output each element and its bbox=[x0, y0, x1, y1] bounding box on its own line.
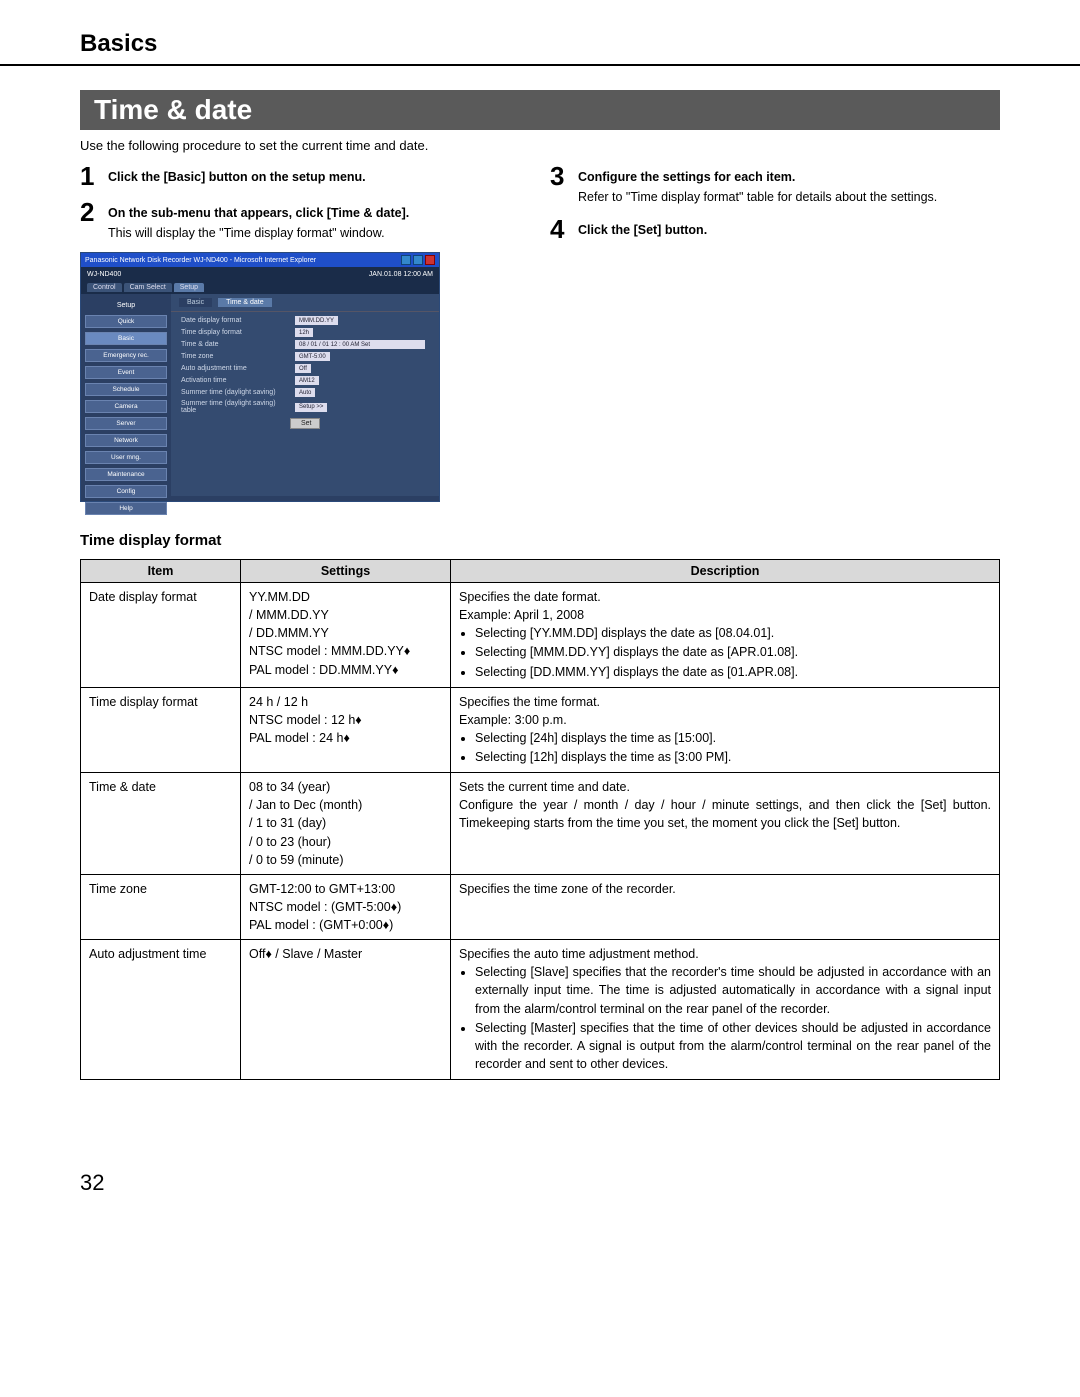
field-label: Time display format bbox=[181, 329, 291, 336]
dst-table-button[interactable]: Setup >> bbox=[295, 403, 327, 412]
step-3-sub: Refer to "Time display format" table for… bbox=[578, 189, 937, 207]
sidebar-title: Setup bbox=[85, 300, 167, 311]
description-bullet: Selecting [YY.MM.DD] displays the date a… bbox=[475, 624, 991, 642]
cell-description: Sets the current time and date. Configur… bbox=[451, 773, 1000, 875]
description-bullet: Selecting [Master] specifies that the ti… bbox=[475, 1019, 991, 1073]
cell-item: Date display format bbox=[81, 583, 241, 688]
field-label: Time zone bbox=[181, 353, 291, 360]
sidebar-schedule[interactable]: Schedule bbox=[85, 383, 167, 396]
close-icon[interactable] bbox=[425, 255, 435, 265]
header-clock: JAN.01.08 12:00 AM bbox=[369, 271, 433, 278]
sidebar-emergency[interactable]: Emergency rec. bbox=[85, 349, 167, 362]
cell-item: Time & date bbox=[81, 773, 241, 875]
field-label: Summer time (daylight saving) table bbox=[181, 400, 291, 414]
cell-item: Auto adjustment time bbox=[81, 940, 241, 1080]
main-tab-basic[interactable]: Basic bbox=[179, 298, 212, 307]
th-description: Description bbox=[451, 560, 1000, 583]
sidebar-quick[interactable]: Quick bbox=[85, 315, 167, 328]
table-row: Auto adjustment timeOff♦ / Slave / Maste… bbox=[81, 940, 1000, 1080]
sidebar-usermng[interactable]: User mng. bbox=[85, 451, 167, 464]
th-item: Item bbox=[81, 560, 241, 583]
page-number: 32 bbox=[80, 1170, 1000, 1196]
table-row: Time & date08 to 34 (year) / Jan to Dec … bbox=[81, 773, 1000, 875]
time-format-select[interactable]: 12h bbox=[295, 328, 313, 337]
step-number-4: 4 bbox=[550, 216, 578, 242]
cell-description: Specifies the auto time adjustment metho… bbox=[451, 940, 1000, 1080]
maximize-icon[interactable] bbox=[413, 255, 423, 265]
settings-form: Date display format MMM.DD.YY Time displa… bbox=[171, 311, 439, 433]
sidebar-config[interactable]: Config bbox=[85, 485, 167, 498]
description-bullet: Selecting [MMM.DD.YY] displays the date … bbox=[475, 643, 991, 661]
sidebar-help[interactable]: Help bbox=[85, 502, 167, 515]
step-number-1: 1 bbox=[80, 163, 108, 189]
top-tab-setup[interactable]: Setup bbox=[174, 283, 204, 292]
step-1-text: Click the [Basic] button on the setup me… bbox=[108, 169, 366, 187]
cell-description: Specifies the time format. Example: 3:00… bbox=[451, 687, 1000, 773]
cell-settings: 08 to 34 (year) / Jan to Dec (month) / 1… bbox=[241, 773, 451, 875]
window-title: Panasonic Network Disk Recorder WJ-ND400… bbox=[85, 257, 316, 264]
step-3-text: Configure the settings for each item. bbox=[578, 169, 937, 187]
cell-description: Specifies the time zone of the recorder. bbox=[451, 874, 1000, 939]
cell-settings: YY.MM.DD / MMM.DD.YY / DD.MMM.YY NTSC mo… bbox=[241, 583, 451, 688]
description-bullet: Selecting [12h] displays the time as [3:… bbox=[475, 748, 991, 766]
sidebar-network[interactable]: Network bbox=[85, 434, 167, 447]
dst-select[interactable]: Auto bbox=[295, 388, 315, 397]
sidebar-camera[interactable]: Camera bbox=[85, 400, 167, 413]
device-model: WJ-ND400 bbox=[87, 271, 121, 278]
screenshot-figure: Panasonic Network Disk Recorder WJ-ND400… bbox=[80, 252, 440, 502]
date-format-select[interactable]: MMM.DD.YY bbox=[295, 316, 338, 325]
table-row: Time zoneGMT-12:00 to GMT+13:00 NTSC mod… bbox=[81, 874, 1000, 939]
intro-text: Use the following procedure to set the c… bbox=[80, 138, 1000, 153]
auto-adjust-select[interactable]: Off bbox=[295, 364, 311, 373]
chapter-rule bbox=[0, 64, 1080, 66]
cell-item: Time display format bbox=[81, 687, 241, 773]
top-tab-camselect[interactable]: Cam Select bbox=[124, 283, 172, 292]
sidebar-maintenance[interactable]: Maintenance bbox=[85, 468, 167, 481]
cell-settings: Off♦ / Slave / Master bbox=[241, 940, 451, 1080]
field-label: Date display format bbox=[181, 317, 291, 324]
table-heading: Time display format bbox=[80, 532, 1000, 549]
description-bullet: Selecting [Slave] specifies that the rec… bbox=[475, 963, 991, 1017]
step-4-text: Click the [Set] button. bbox=[578, 222, 707, 240]
description-bullet: Selecting [24h] displays the time as [15… bbox=[475, 729, 991, 747]
cell-item: Time zone bbox=[81, 874, 241, 939]
cell-description: Specifies the date format. Example: Apri… bbox=[451, 583, 1000, 688]
description-bullet: Selecting [DD.MMM.YY] displays the date … bbox=[475, 663, 991, 681]
cell-settings: GMT-12:00 to GMT+13:00 NTSC model : (GMT… bbox=[241, 874, 451, 939]
cell-settings: 24 h / 12 h NTSC model : 12 h♦ PAL model… bbox=[241, 687, 451, 773]
step-2-sub: This will display the "Time display form… bbox=[108, 225, 409, 243]
time-date-input[interactable]: 08 / 01 / 01 12 : 00 AM Set bbox=[295, 340, 425, 349]
timezone-select[interactable]: GMT-5:00 bbox=[295, 352, 330, 361]
step-number-3: 3 bbox=[550, 163, 578, 189]
table-row: Time display format24 h / 12 h NTSC mode… bbox=[81, 687, 1000, 773]
top-tab-control[interactable]: Control bbox=[87, 283, 122, 292]
field-label: Activation time bbox=[181, 377, 291, 384]
th-settings: Settings bbox=[241, 560, 451, 583]
chapter-title: Basics bbox=[80, 30, 1000, 58]
main-tab-timedate[interactable]: Time & date bbox=[218, 298, 271, 307]
table-row: Date display formatYY.MM.DD / MMM.DD.YY … bbox=[81, 583, 1000, 688]
field-label: Summer time (daylight saving) bbox=[181, 389, 291, 396]
section-title: Time & date bbox=[80, 90, 1000, 130]
sidebar-server[interactable]: Server bbox=[85, 417, 167, 430]
field-label: Time & date bbox=[181, 341, 291, 348]
step-2-text: On the sub-menu that appears, click [Tim… bbox=[108, 205, 409, 223]
field-label: Auto adjustment time bbox=[181, 365, 291, 372]
sidebar-event[interactable]: Event bbox=[85, 366, 167, 379]
time-display-format-table: Item Settings Description Date display f… bbox=[80, 559, 1000, 1080]
step-number-2: 2 bbox=[80, 199, 108, 225]
activation-time-select[interactable]: AM12 bbox=[295, 376, 319, 385]
set-button[interactable]: Set bbox=[290, 418, 320, 429]
minimize-icon[interactable] bbox=[401, 255, 411, 265]
sidebar-basic[interactable]: Basic bbox=[85, 332, 167, 345]
